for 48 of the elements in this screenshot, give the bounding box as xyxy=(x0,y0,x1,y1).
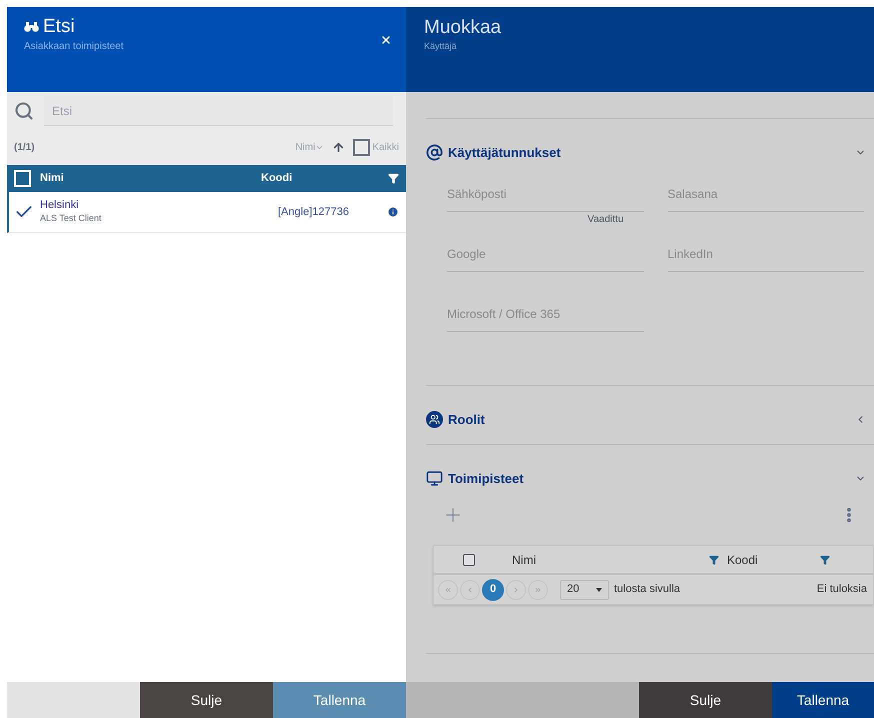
save-button[interactable]: Tallenna xyxy=(273,682,406,718)
text-field[interactable]: Google xyxy=(447,237,644,272)
section-title: Käyttäjätunnukset xyxy=(448,144,562,162)
section-title: Toimipisteet xyxy=(448,470,525,488)
info-icon[interactable] xyxy=(387,206,399,218)
search-icon xyxy=(14,101,34,121)
panel-title: Muokkaa xyxy=(424,16,502,40)
text-field[interactable]: Microsoft / Office 365 xyxy=(447,297,644,332)
page-size-label: tulosta sivulla xyxy=(614,582,682,598)
result-count: (1/1) xyxy=(14,141,36,155)
column-header: Koodi xyxy=(261,171,294,186)
close-button[interactable]: Sulje xyxy=(140,682,273,718)
panel-subtitle: Käyttäjä xyxy=(424,40,458,53)
checkbox[interactable] xyxy=(463,554,475,566)
section-header[interactable]: Käyttäjätunnukset xyxy=(426,136,874,169)
row-name: Helsinki xyxy=(40,198,80,212)
search-bar[interactable]: Etsi xyxy=(7,92,406,130)
binoculars-icon xyxy=(24,22,39,32)
text-field[interactable]: Sähköposti xyxy=(447,177,644,212)
caret-icon xyxy=(596,588,602,592)
checkbox-label: Kaikki xyxy=(372,141,399,155)
row-client: ALS Test Client xyxy=(40,212,102,225)
panel-subtitle: Asiakkaan toimipisteet xyxy=(24,40,124,54)
page-number[interactable]: 0 xyxy=(482,578,504,600)
close-icon[interactable] xyxy=(380,34,392,46)
row-code: [Angle]127736 xyxy=(278,204,350,220)
checkbox[interactable] xyxy=(353,139,370,156)
page-size-dropdown[interactable]: 20 xyxy=(560,580,609,600)
users-icon xyxy=(426,411,443,428)
save-button[interactable]: Tallenna xyxy=(772,682,874,718)
section-header[interactable]: Toimipisteet xyxy=(426,462,874,495)
section-title: Roolit xyxy=(448,410,486,429)
text-field[interactable]: Salasana xyxy=(668,177,864,212)
panel-title: Etsi xyxy=(43,15,75,39)
column-header: Koodi xyxy=(727,552,759,568)
filter-icon[interactable] xyxy=(820,554,830,564)
results-status: Ei tuloksia xyxy=(816,582,867,598)
text-field[interactable]: LinkedIn xyxy=(668,237,864,272)
chevron-down-icon xyxy=(315,143,324,152)
field-hint: Vaadittu xyxy=(588,213,624,227)
sort-arrow-icon[interactable] xyxy=(332,141,346,154)
column-header: Nimi xyxy=(512,552,537,568)
at-icon xyxy=(426,144,443,161)
column-header: Nimi xyxy=(40,171,65,186)
monitor-icon xyxy=(426,470,443,487)
close-button[interactable]: Sulje xyxy=(639,682,772,718)
section-header[interactable]: Roolit xyxy=(426,403,874,436)
filter-icon[interactable] xyxy=(709,554,719,564)
